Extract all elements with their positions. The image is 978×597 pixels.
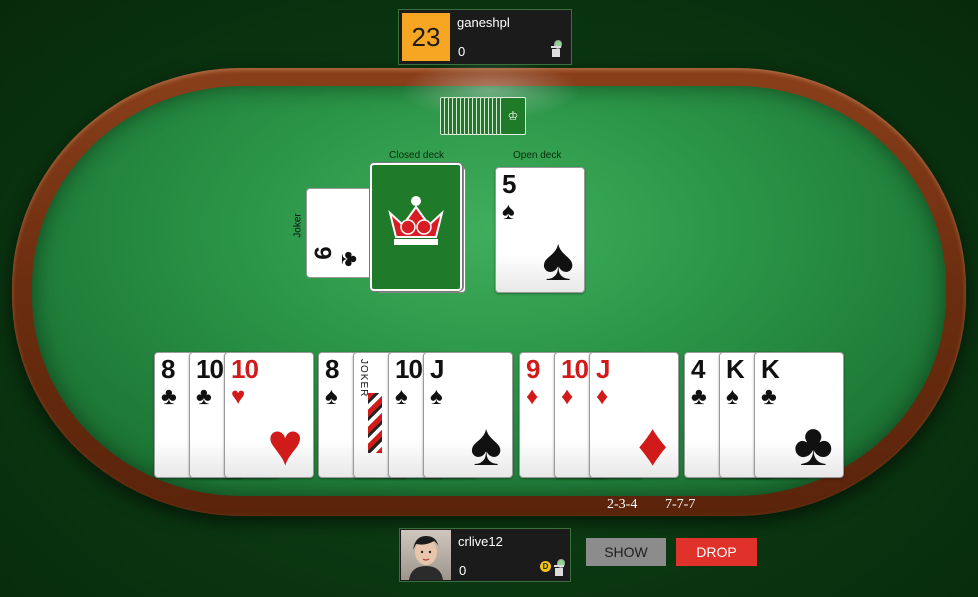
card-rank: 10 [395,354,423,384]
discard-icon [551,39,564,57]
player-value: 0 [459,563,467,578]
joker-text: JOKER [358,359,369,398]
card-suit: ♦ [526,383,539,410]
opponent-score: 23 [402,13,450,61]
closed-deck-label: Closed deck [389,150,445,161]
closed-deck[interactable] [370,163,462,291]
crown-icon: ♔ [500,97,526,135]
card-rank: 4 [691,354,706,384]
card-suit-large: ♠ [470,411,502,478]
card-suit-large: ♦ [637,411,668,478]
card-rank: 8 [325,354,340,384]
hand-card[interactable]: J ♦ ♦ [589,352,679,478]
dealer-badge: D [540,561,551,572]
combo-right: 7-7-7 [665,497,696,512]
drop-button[interactable]: DROP [676,538,757,566]
card-rank: 10 [196,354,224,384]
combo-left: 2-3-4 [607,497,638,512]
card-suit: ♣ [691,383,707,410]
joker-art [368,393,382,453]
show-button[interactable]: SHOW [586,538,666,566]
card-suit-large: ♣ [793,411,833,478]
card-rank: K [726,354,745,384]
opponent-value: 0 [458,44,466,59]
player-panel: crlive12 0 [399,528,571,582]
card-rank: 8 [161,354,176,384]
card-rank: 10 [561,354,589,384]
card-rank: 10 [231,354,259,384]
open-deck-card[interactable]: 5 ♠ ♠ [495,167,585,293]
avatar [401,530,451,580]
open-deck-label: Open deck [513,150,562,161]
player-name: crlive12 [458,534,503,549]
card-suit: ♥ [231,383,246,410]
opponent-name: ganeshpl [457,15,510,30]
card-suit: ♣ [761,383,777,410]
hand-card[interactable]: K ♣ ♣ [754,352,844,478]
discard-icon [554,558,567,576]
card-rank: J [596,354,611,384]
card-suit-large: ♥ [267,411,303,478]
crown-icon [388,196,444,245]
card-suit: ♣ [161,383,177,410]
opponent-panel: 23 ganeshpl 0 [398,9,572,65]
joker-label: Joker [292,213,304,238]
hand-card[interactable]: J ♠ ♠ [423,352,513,478]
card-suit: ♦ [561,383,574,410]
card-suit: ♠ [430,383,443,410]
card-rank: K [761,354,780,384]
joker-card: 9 ♣ [306,188,378,278]
card-rank: J [430,354,445,384]
card-rank: 9 [526,354,541,384]
card-suit: ♠ [726,383,739,410]
card-suit: ♦ [596,383,609,410]
card-suit: ♣ [196,383,212,410]
card-suit: ♠ [395,383,408,410]
card-suit: ♠ [325,383,338,410]
dealing-stack: ♔ [440,97,526,135]
hand-card[interactable]: 10 ♥ ♥ [224,352,314,478]
